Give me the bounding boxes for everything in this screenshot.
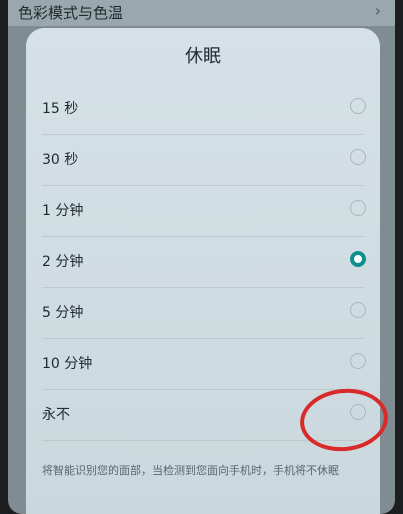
radio-button[interactable] (350, 353, 366, 369)
option-label: 30 秒 (42, 152, 79, 168)
smart-awake-note: 将智能识别您的面部，当检测到您面向手机时，手机将不休眠 (42, 464, 339, 477)
chevron-right-icon: › (374, 1, 381, 20)
option-1min[interactable]: 1 分钟 (26, 186, 380, 237)
option-label: 1 分钟 (42, 203, 84, 219)
settings-row-label: 色彩模式与色温 (18, 4, 124, 22)
option-5min[interactable]: 5 分钟 (26, 288, 380, 339)
option-15s[interactable]: 15 秒 (26, 84, 380, 135)
option-label: 永不 (42, 407, 70, 423)
settings-row-color-mode[interactable]: 色彩模式与色温 › (8, 0, 395, 26)
radio-button[interactable] (350, 98, 366, 114)
radio-button[interactable] (350, 200, 366, 216)
option-10min[interactable]: 10 分钟 (26, 339, 380, 390)
radio-button-selected[interactable] (350, 251, 366, 267)
option-2min[interactable]: 2 分钟 (26, 237, 380, 288)
option-label: 15 秒 (42, 101, 79, 117)
option-label: 5 分钟 (42, 305, 84, 321)
radio-button[interactable] (350, 149, 366, 165)
option-30s[interactable]: 30 秒 (26, 135, 380, 186)
radio-button[interactable] (350, 302, 366, 318)
dialog-title: 休眠 (185, 46, 221, 67)
option-label: 10 分钟 (42, 356, 93, 372)
option-label: 2 分钟 (42, 254, 84, 270)
